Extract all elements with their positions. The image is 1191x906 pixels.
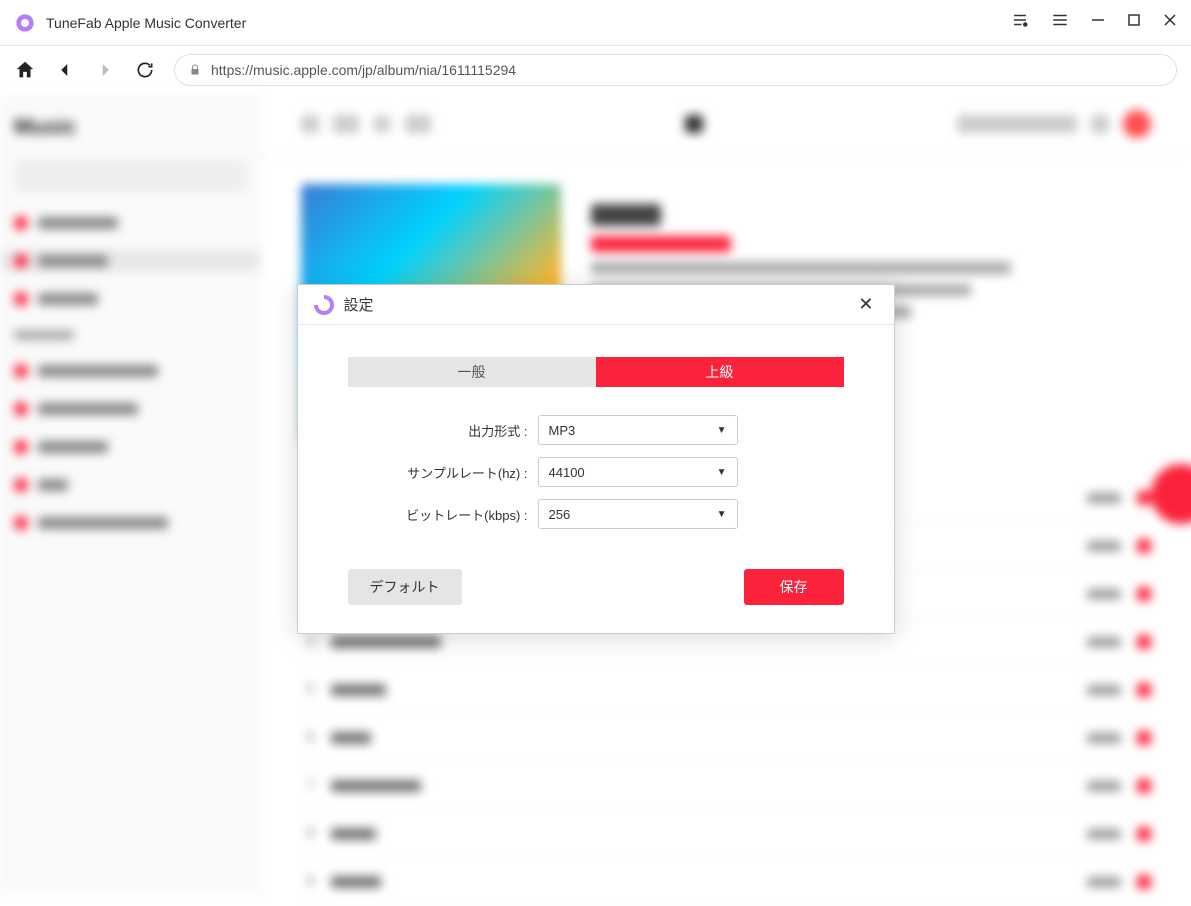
chevron-down-icon: ▼	[717, 425, 727, 436]
back-button[interactable]	[54, 59, 76, 81]
sample-rate-label: サンプルレート(hz) :	[348, 463, 538, 482]
sample-rate-select[interactable]: 44100 ▼	[538, 457, 738, 487]
forward-button[interactable]	[94, 59, 116, 81]
output-format-label: 出力形式 :	[348, 421, 538, 440]
close-button[interactable]	[1163, 13, 1177, 32]
bitrate-value: 256	[549, 507, 571, 522]
url-bar[interactable]: https://music.apple.com/jp/album/nia/161…	[174, 54, 1177, 86]
output-format-value: MP3	[549, 423, 576, 438]
reload-button[interactable]	[134, 59, 156, 81]
modal-header: 設定 ✕	[298, 285, 894, 325]
bitrate-select[interactable]: 256 ▼	[538, 499, 738, 529]
modal-logo-icon	[314, 295, 334, 315]
lock-icon	[189, 63, 201, 77]
settings-modal: 設定 ✕ 一般 上級 出力形式 : MP3 ▼ サンプルレート(hz) : 44…	[297, 284, 895, 634]
output-format-select[interactable]: MP3 ▼	[538, 415, 738, 445]
chevron-down-icon: ▼	[717, 509, 727, 520]
playlist-icon[interactable]	[1011, 11, 1029, 34]
menu-icon[interactable]	[1051, 11, 1069, 34]
default-button[interactable]: デフォルト	[348, 569, 462, 605]
app-logo-icon	[14, 12, 36, 34]
settings-modal-overlay: 設定 ✕ 一般 上級 出力形式 : MP3 ▼ サンプルレート(hz) : 44…	[0, 94, 1191, 895]
maximize-button[interactable]	[1127, 13, 1141, 32]
settings-tabs: 一般 上級	[348, 357, 844, 387]
modal-close-button[interactable]: ✕	[854, 290, 877, 319]
home-button[interactable]	[14, 59, 36, 81]
minimize-button[interactable]	[1091, 13, 1105, 32]
modal-title: 設定	[344, 294, 855, 315]
save-button[interactable]: 保存	[744, 569, 844, 605]
app-title: TuneFab Apple Music Converter	[46, 15, 1011, 31]
sample-rate-value: 44100	[549, 465, 585, 480]
toolbar: https://music.apple.com/jp/album/nia/161…	[0, 46, 1191, 94]
bitrate-label: ビットレート(kbps) :	[348, 505, 538, 524]
chevron-down-icon: ▼	[717, 467, 727, 478]
titlebar: TuneFab Apple Music Converter	[0, 0, 1191, 46]
tab-advanced[interactable]: 上級	[596, 357, 844, 387]
url-text: https://music.apple.com/jp/album/nia/161…	[211, 62, 516, 78]
tab-general[interactable]: 一般	[348, 357, 596, 387]
